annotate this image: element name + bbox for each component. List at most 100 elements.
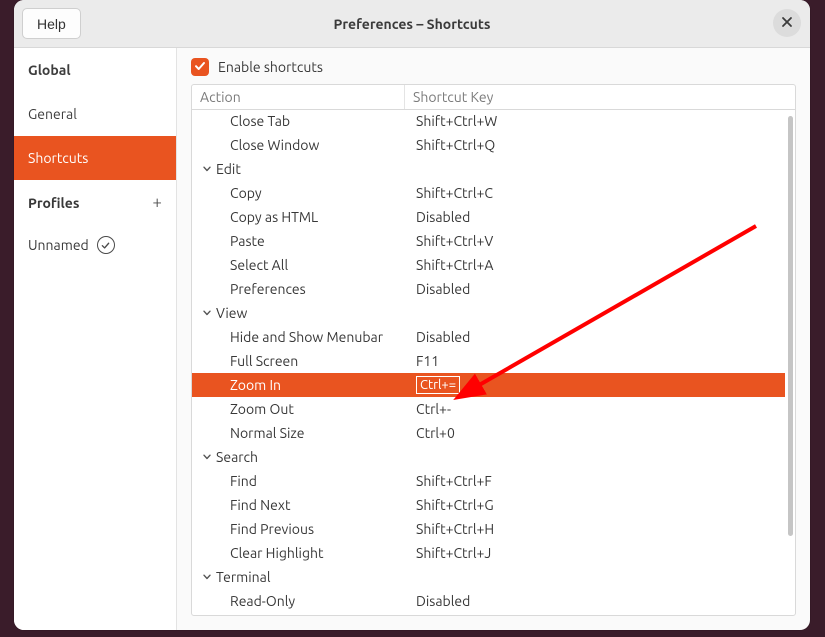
titlebar: Help Preferences – Shortcuts bbox=[14, 0, 810, 48]
table-header: Action Shortcut Key bbox=[192, 85, 795, 110]
action-cell: Zoom In bbox=[202, 377, 416, 393]
table-row[interactable]: Hide and Show Menubar Disabled bbox=[192, 325, 785, 349]
table-body: New WindowShift+Ctrl+NClose TabShift+Ctr… bbox=[192, 110, 785, 615]
shortcut-label: Shift+Ctrl+C bbox=[416, 185, 493, 201]
action-cell: Close Tab bbox=[202, 113, 416, 129]
sidebar-item-general[interactable]: General bbox=[14, 92, 176, 136]
table-row[interactable]: Close TabShift+Ctrl+W bbox=[192, 110, 785, 133]
table-row[interactable]: Read-OnlyDisabled bbox=[192, 589, 785, 613]
check-circle-icon bbox=[97, 236, 115, 254]
sidebar: Global General Shortcuts Profiles + Unna… bbox=[14, 48, 177, 630]
profile-label: Unnamed bbox=[28, 237, 89, 253]
check-icon bbox=[194, 59, 206, 75]
action-label: Full Screen bbox=[230, 353, 298, 369]
action-cell: Copy bbox=[202, 185, 416, 201]
help-button[interactable]: Help bbox=[22, 8, 81, 39]
action-label: Find bbox=[230, 473, 257, 489]
close-button[interactable] bbox=[773, 9, 801, 37]
enable-shortcuts-row[interactable]: Enable shortcuts bbox=[177, 48, 810, 84]
sidebar-item-shortcuts[interactable]: Shortcuts bbox=[14, 136, 176, 180]
shortcut-label: Disabled bbox=[416, 329, 470, 345]
chevron-down-icon[interactable] bbox=[202, 452, 212, 462]
shortcut-cell: Disabled bbox=[416, 329, 785, 345]
shortcut-label: Shift+Ctrl+W bbox=[416, 113, 497, 129]
close-icon bbox=[781, 15, 793, 31]
shortcut-cell: Shift+Ctrl+A bbox=[416, 257, 785, 273]
chevron-down-icon[interactable] bbox=[202, 164, 212, 174]
table-row[interactable]: Find Previous Shift+Ctrl+H bbox=[192, 517, 785, 541]
main-pane: Enable shortcuts Action Shortcut Key New… bbox=[177, 48, 810, 630]
shortcut-cell: Shift+Ctrl+Q bbox=[416, 137, 785, 153]
sidebar-heading-profiles: Profiles + bbox=[14, 180, 176, 223]
shortcut-cell: Shift+Ctrl+F bbox=[416, 473, 785, 489]
action-cell: Clear Highlight bbox=[202, 545, 416, 561]
shortcut-cell: Shift+Ctrl+H bbox=[416, 521, 785, 537]
group-row[interactable]: Terminal bbox=[192, 565, 785, 589]
action-cell: Close Window bbox=[202, 137, 416, 153]
chevron-down-icon[interactable] bbox=[202, 308, 212, 318]
table-body-viewport: New WindowShift+Ctrl+NClose TabShift+Ctr… bbox=[192, 110, 795, 615]
enable-shortcuts-checkbox[interactable] bbox=[191, 58, 209, 76]
preferences-window: Help Preferences – Shortcuts Global Gene… bbox=[14, 0, 810, 630]
table-row[interactable]: Find NextShift+Ctrl+G bbox=[192, 493, 785, 517]
table-row[interactable]: Full Screen F11 bbox=[192, 349, 785, 373]
shortcut-label: Shift+Ctrl+H bbox=[416, 521, 494, 537]
action-cell: Edit bbox=[202, 161, 388, 177]
action-cell: Full Screen bbox=[202, 353, 416, 369]
shortcut-cell: F11 bbox=[416, 353, 785, 369]
shortcut-label: Disabled bbox=[416, 593, 470, 609]
shortcut-label: Shift+Ctrl+G bbox=[416, 497, 494, 513]
action-label: Hide and Show Menubar bbox=[230, 329, 383, 345]
table-row[interactable]: Zoom In Ctrl+= bbox=[192, 373, 785, 397]
action-label: View bbox=[216, 305, 247, 321]
shortcut-label: Shift+Ctrl+A bbox=[416, 257, 494, 273]
shortcut-label: Ctrl+- bbox=[416, 401, 451, 417]
shortcut-cell: Shift+Ctrl+W bbox=[416, 113, 785, 129]
table-row[interactable]: Find Shift+Ctrl+F bbox=[192, 469, 785, 493]
shortcut-cell: Ctrl+= bbox=[416, 376, 785, 394]
column-shortcut-key[interactable]: Shortcut Key bbox=[405, 85, 795, 109]
table-row[interactable]: PreferencesDisabled bbox=[192, 277, 785, 301]
shortcut-label: F11 bbox=[416, 353, 439, 369]
scrollbar[interactable] bbox=[788, 116, 793, 536]
group-row[interactable]: View bbox=[192, 301, 785, 325]
add-profile-button[interactable]: + bbox=[152, 193, 162, 212]
sidebar-heading-global: Global bbox=[14, 48, 176, 92]
shortcuts-table: Action Shortcut Key New WindowShift+Ctrl… bbox=[191, 84, 796, 616]
chevron-down-icon[interactable] bbox=[202, 572, 212, 582]
shortcut-cell: Shift+Ctrl+C bbox=[416, 185, 785, 201]
table-row[interactable]: Copy Shift+Ctrl+C bbox=[192, 181, 785, 205]
sidebar-profile-unnamed[interactable]: Unnamed bbox=[14, 223, 176, 267]
content: Global General Shortcuts Profiles + Unna… bbox=[14, 48, 810, 630]
action-label: Zoom In bbox=[230, 377, 281, 393]
group-row[interactable]: Edit bbox=[192, 157, 785, 181]
enable-shortcuts-label: Enable shortcuts bbox=[218, 59, 323, 75]
table-row[interactable]: PasteShift+Ctrl+V bbox=[192, 229, 785, 253]
action-label: Copy bbox=[230, 185, 262, 201]
table-row[interactable]: Select All Shift+Ctrl+A bbox=[192, 253, 785, 277]
action-cell: Normal Size bbox=[202, 425, 416, 441]
table-row[interactable]: Normal SizeCtrl+0 bbox=[192, 421, 785, 445]
action-label: Search bbox=[216, 449, 258, 465]
shortcut-cell: Shift+Ctrl+J bbox=[416, 545, 785, 561]
action-label: Select All bbox=[230, 257, 288, 273]
action-cell: Find Next bbox=[202, 497, 416, 513]
shortcut-label: Shift+Ctrl+Q bbox=[416, 137, 495, 153]
table-row[interactable]: Zoom OutCtrl+- bbox=[192, 397, 785, 421]
shortcut-cell: Disabled bbox=[416, 209, 785, 225]
action-cell: Select All bbox=[202, 257, 416, 273]
action-cell: Hide and Show Menubar bbox=[202, 329, 416, 345]
action-label: Paste bbox=[230, 233, 265, 249]
group-row[interactable]: Search bbox=[192, 445, 785, 469]
shortcut-label: Ctrl+0 bbox=[416, 425, 455, 441]
table-row[interactable]: Clear HighlightShift+Ctrl+J bbox=[192, 541, 785, 565]
shortcut-label: Disabled bbox=[416, 281, 470, 297]
column-action[interactable]: Action bbox=[192, 85, 405, 109]
action-label: Find Previous bbox=[230, 521, 314, 537]
action-cell: Find Previous bbox=[202, 521, 416, 537]
profiles-label: Profiles bbox=[28, 195, 79, 211]
shortcut-edit-field[interactable]: Ctrl+= bbox=[416, 376, 460, 394]
action-cell: View bbox=[202, 305, 388, 321]
table-row[interactable]: Close WindowShift+Ctrl+Q bbox=[192, 133, 785, 157]
table-row[interactable]: Copy as HTMLDisabled bbox=[192, 205, 785, 229]
